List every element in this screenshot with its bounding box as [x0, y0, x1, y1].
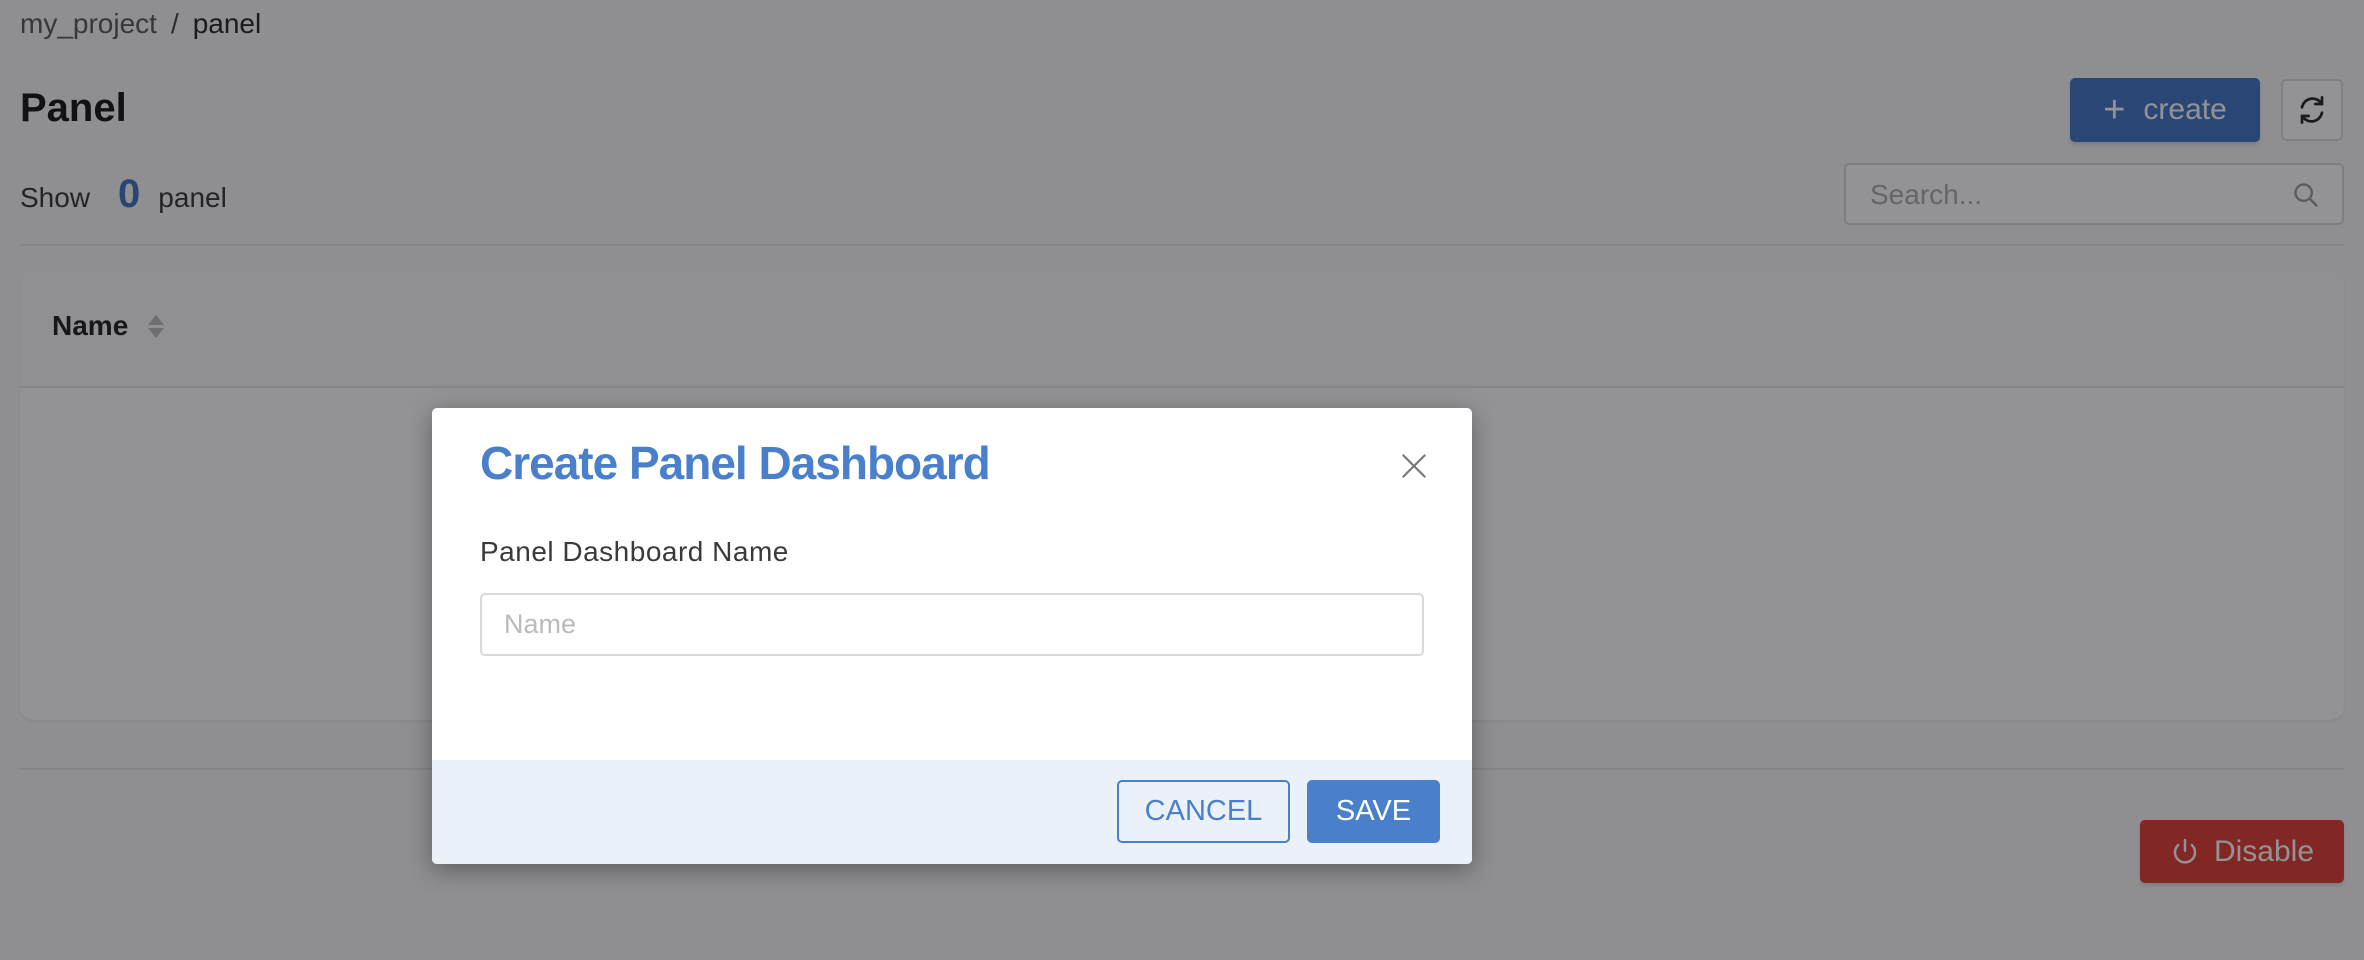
close-icon[interactable] — [1398, 450, 1430, 482]
save-button[interactable]: SAVE — [1307, 780, 1440, 843]
panel-dashboard-name-input[interactable] — [480, 593, 1424, 656]
panel-dashboard-name-label: Panel Dashboard Name — [480, 536, 789, 567]
dialog-footer: CANCEL SAVE — [432, 760, 1472, 864]
cancel-button[interactable]: CANCEL — [1117, 780, 1290, 843]
dialog-title: Create Panel Dashboard — [480, 437, 991, 489]
create-panel-dashboard-dialog: Create Panel Dashboard Panel Dashboard N… — [432, 408, 1472, 864]
